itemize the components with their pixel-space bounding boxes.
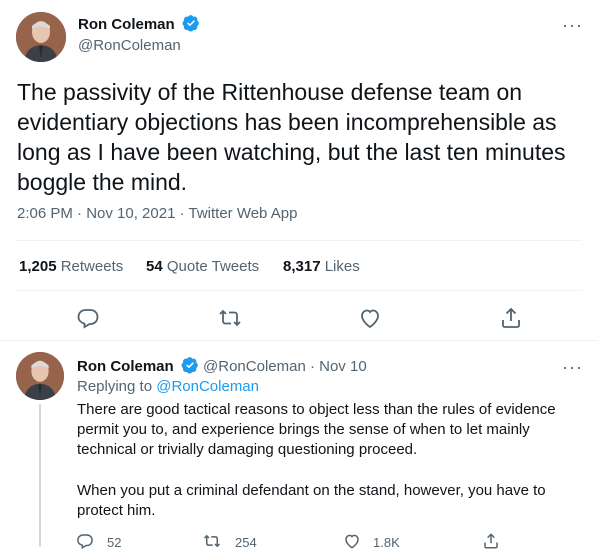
main-author-handle[interactable]: @RonColeman xyxy=(78,37,181,54)
retweets-label: Retweets xyxy=(60,258,124,275)
reply-author-avatar[interactable] xyxy=(16,352,64,400)
quotes-label: Quote Tweets xyxy=(166,258,260,275)
reply-author-header[interactable]: Ron Coleman @RonColeman · Nov 10 xyxy=(77,356,367,375)
quotes-count: 54 xyxy=(146,258,163,275)
main-author-name-text[interactable]: Ron Coleman xyxy=(78,16,175,33)
replying-to-link[interactable]: @RonColeman xyxy=(156,378,259,395)
replying-to: Replying to @RonColeman xyxy=(77,378,259,395)
retweets-count: 1,205 xyxy=(19,258,57,275)
share-icon[interactable] xyxy=(499,306,523,330)
retweet-icon[interactable] xyxy=(218,306,242,330)
quotes-stat[interactable]: 54 Quote Tweets xyxy=(146,258,259,275)
divider-1 xyxy=(16,240,582,241)
divider-2 xyxy=(16,290,582,291)
like-icon[interactable] xyxy=(358,306,382,330)
like-icon[interactable] xyxy=(343,532,361,550)
likes-count: 8,317 xyxy=(283,258,321,275)
verified-badge-icon xyxy=(181,357,198,374)
likes-stat[interactable]: 8,317 Likes xyxy=(283,258,360,275)
main-tweet-text: The passivity of the Rittenhouse defense… xyxy=(17,79,566,195)
reply-more-icon[interactable]: ··· xyxy=(562,358,583,376)
like-count: 1.8K xyxy=(373,535,400,550)
retweet-count: 254 xyxy=(235,535,257,550)
main-more-icon[interactable]: ··· xyxy=(562,16,583,34)
likes-label: Likes xyxy=(324,258,360,275)
reply-text-paragraph-1: There are good tactical reasons to objec… xyxy=(77,401,556,458)
reply-count: 52 xyxy=(107,535,122,550)
verified-badge-icon xyxy=(182,15,199,32)
main-tweet-meta[interactable]: 2:06 PM · Nov 10, 2021 · Twitter Web App xyxy=(17,205,297,222)
retweets-stat[interactable]: 1,205 Retweets xyxy=(19,258,123,275)
reply-handle-date[interactable]: @RonColeman · Nov 10 xyxy=(203,358,367,375)
thread-line xyxy=(39,404,41,547)
main-author-name[interactable]: Ron Coleman xyxy=(78,14,200,33)
reply-text-paragraph-2: When you put a criminal defendant on the… xyxy=(77,482,546,519)
reply-icon[interactable] xyxy=(76,532,94,550)
share-icon[interactable] xyxy=(482,532,500,550)
reply-icon[interactable] xyxy=(76,306,100,330)
replying-to-prefix: Replying to xyxy=(77,378,153,395)
main-author-avatar[interactable] xyxy=(16,12,66,62)
reply-author-name[interactable]: Ron Coleman xyxy=(77,358,174,375)
divider-3 xyxy=(0,340,598,341)
retweet-icon[interactable] xyxy=(203,532,221,550)
